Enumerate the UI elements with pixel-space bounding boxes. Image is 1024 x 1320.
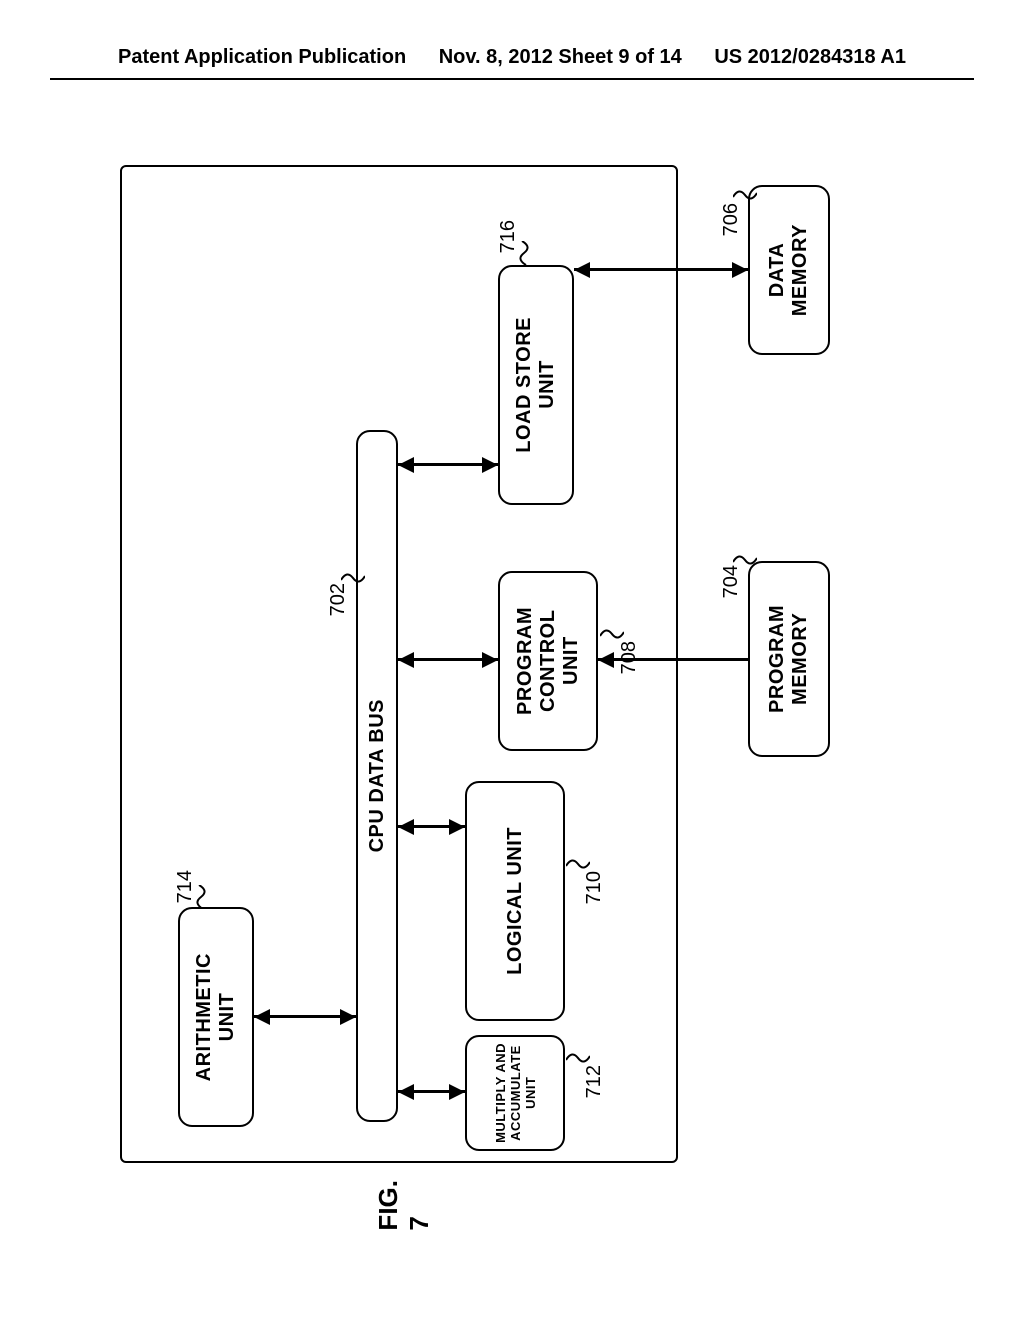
arrowhead-icon bbox=[340, 1009, 356, 1025]
pcu-text: PROGRAM CONTROL UNIT bbox=[514, 607, 583, 715]
arrowhead-icon bbox=[482, 652, 498, 668]
ref-710: 710 bbox=[583, 871, 606, 904]
ref-702: 702 bbox=[327, 583, 350, 616]
arrow bbox=[598, 658, 748, 661]
arrowhead-icon bbox=[449, 819, 465, 835]
arithmetic-unit: ARITHMETIC UNIT bbox=[178, 907, 254, 1127]
header-center: Nov. 8, 2012 Sheet 9 of 14 bbox=[439, 46, 682, 69]
program-memory-text: PROGRAM MEMORY bbox=[766, 605, 812, 713]
tilde-icon bbox=[733, 188, 757, 200]
figure-caption: FIG. 7 bbox=[373, 1180, 435, 1231]
tilde-icon bbox=[566, 857, 590, 869]
arrowhead-icon bbox=[254, 1009, 270, 1025]
arrow bbox=[574, 268, 748, 271]
cpu-data-bus: CPU DATA BUS bbox=[356, 430, 398, 1122]
arrowhead-icon bbox=[482, 457, 498, 473]
tilde-icon bbox=[341, 571, 365, 583]
data-memory: DATA MEMORY bbox=[748, 185, 830, 355]
arrowhead-icon bbox=[449, 1084, 465, 1100]
page-header: Patent Application Publication Nov. 8, 2… bbox=[0, 46, 1024, 69]
load-store-unit: LOAD STORE UNIT bbox=[498, 265, 574, 505]
header-left: Patent Application Publication bbox=[118, 46, 406, 69]
ref-704: 704 bbox=[720, 565, 743, 598]
arrowhead-icon bbox=[398, 819, 414, 835]
tilde-icon bbox=[733, 553, 757, 565]
header-rule bbox=[50, 78, 974, 80]
arrowhead-icon bbox=[398, 457, 414, 473]
ref-706: 706 bbox=[720, 203, 743, 236]
arrowhead-icon bbox=[732, 262, 748, 278]
tilde-icon bbox=[196, 885, 208, 909]
multiply-accumulate-unit: MULTIPLY AND ACCUMULATE UNIT bbox=[465, 1035, 565, 1151]
tilde-icon bbox=[519, 241, 531, 265]
header-right: US 2012/0284318 A1 bbox=[714, 46, 906, 69]
fig7: DATA MEMORY 706 PROGRAM MEMORY 704 LOAD … bbox=[120, 165, 895, 1165]
cpu-bus-text: CPU DATA BUS bbox=[366, 699, 389, 852]
program-control-unit: PROGRAM CONTROL UNIT bbox=[498, 571, 598, 751]
arrowhead-icon bbox=[574, 262, 590, 278]
ref-716: 716 bbox=[497, 220, 520, 253]
mac-text: MULTIPLY AND ACCUMULATE UNIT bbox=[493, 1043, 538, 1143]
arrowhead-icon bbox=[398, 652, 414, 668]
logical-unit: LOGICAL UNIT bbox=[465, 781, 565, 1021]
program-memory: PROGRAM MEMORY bbox=[748, 561, 830, 757]
arithmetic-text: ARITHMETIC UNIT bbox=[193, 953, 239, 1081]
load-store-text: LOAD STORE UNIT bbox=[513, 317, 559, 453]
ref-714: 714 bbox=[174, 870, 197, 903]
logical-text: LOGICAL UNIT bbox=[504, 827, 527, 975]
data-memory-text: DATA MEMORY bbox=[766, 224, 812, 316]
ref-712: 712 bbox=[583, 1065, 606, 1098]
tilde-icon bbox=[566, 1051, 590, 1063]
arrowhead-icon bbox=[598, 652, 614, 668]
tilde-icon bbox=[600, 627, 624, 639]
arrowhead-icon bbox=[398, 1084, 414, 1100]
